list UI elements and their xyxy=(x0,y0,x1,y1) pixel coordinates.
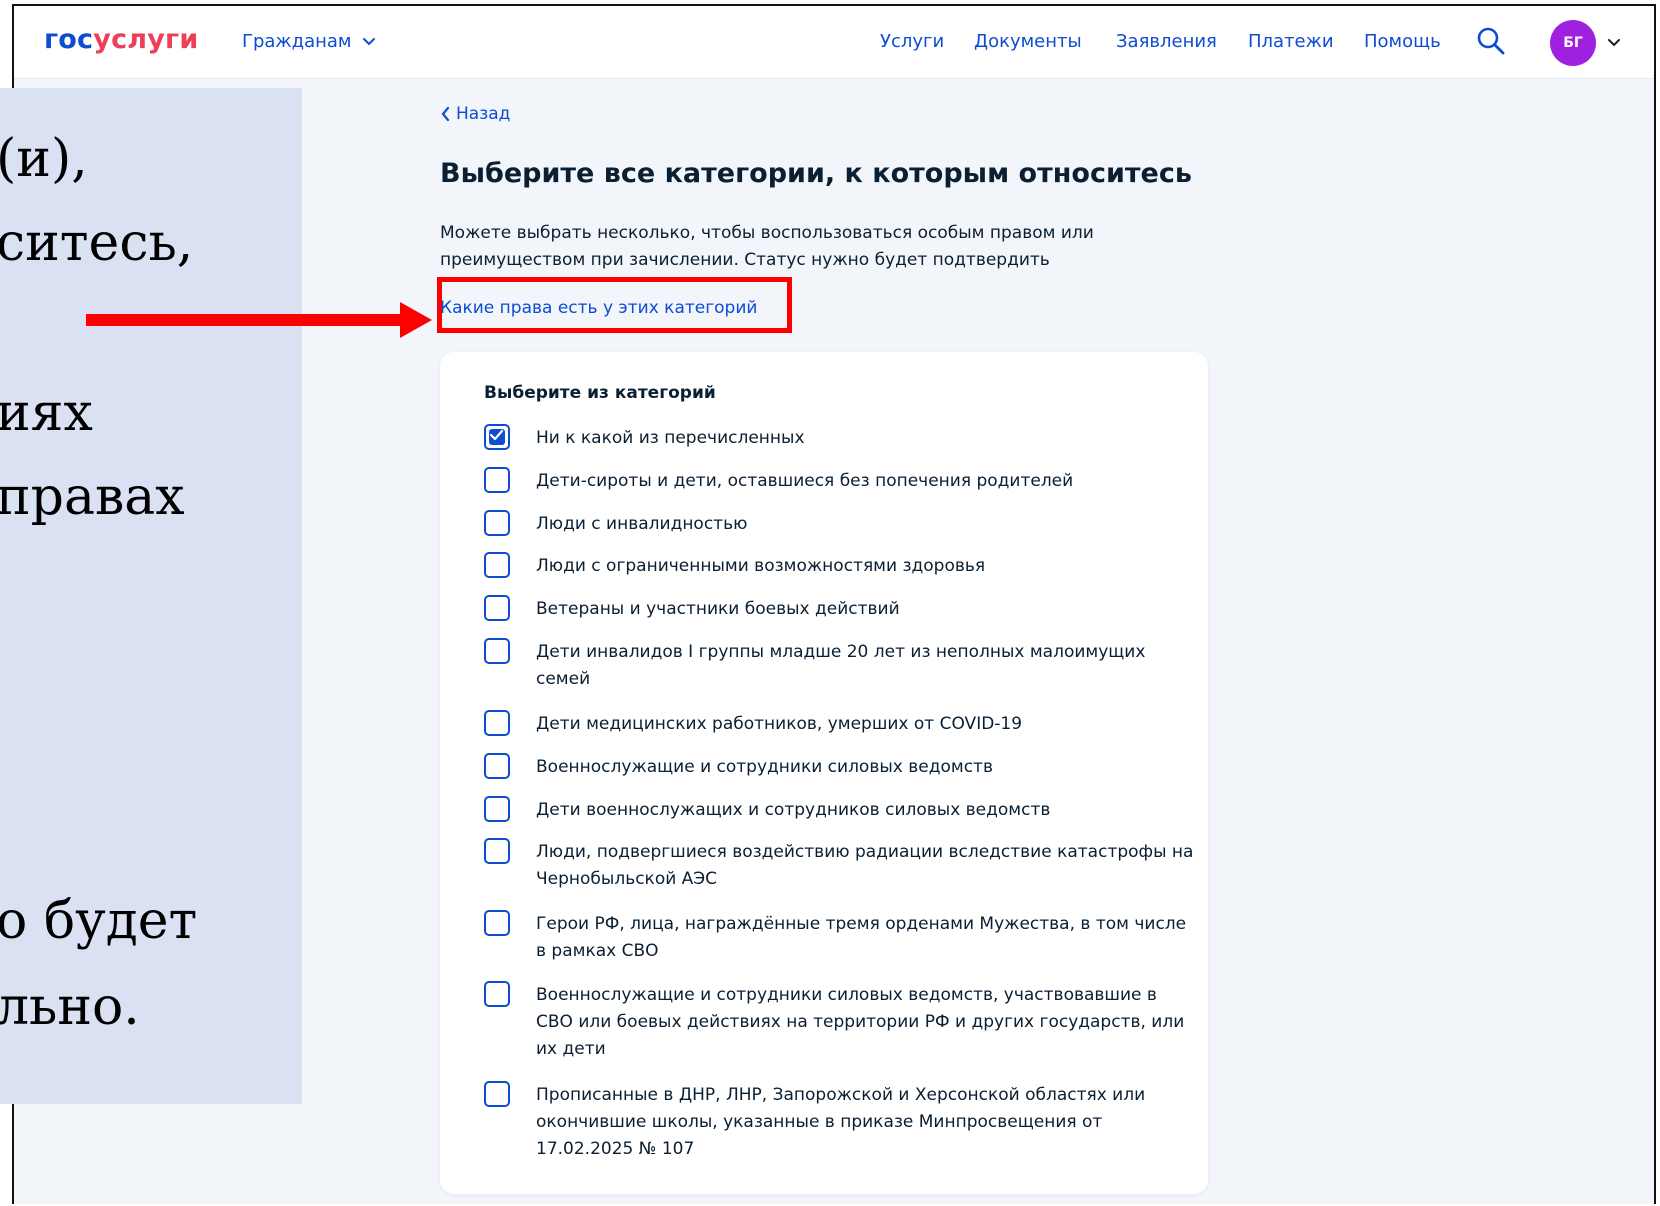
nav-services[interactable]: Услуги xyxy=(880,31,944,52)
search-icon[interactable] xyxy=(1476,26,1506,56)
option-label: Военнослужащие и сотрудники силовых ведо… xyxy=(536,985,1185,1059)
overlay-line: льно. xyxy=(0,977,140,1037)
option-label: Герои РФ, лица, награждённые тремя орден… xyxy=(536,914,1187,961)
citizen-menu-label: Гражданам xyxy=(242,31,352,52)
option-label: Люди, подвергшиеся воздействию радиации … xyxy=(536,842,1194,889)
checkbox[interactable] xyxy=(484,467,510,493)
checkbox[interactable] xyxy=(484,1081,510,1107)
category-rights-link[interactable]: Какие права есть у этих категорий xyxy=(440,298,757,318)
categories-title: Выберите из категорий xyxy=(484,383,716,403)
checkbox[interactable] xyxy=(484,595,510,621)
overlay-text-panel: (и), ситесь, иях правах о будет льно. xyxy=(0,88,302,1104)
nav-help[interactable]: Помощь xyxy=(1364,31,1441,52)
back-label: Назад xyxy=(456,104,511,124)
overlay-line: (и), xyxy=(0,129,88,189)
checkbox[interactable] xyxy=(484,838,510,864)
nav-documents[interactable]: Документы xyxy=(974,31,1082,52)
checkbox[interactable] xyxy=(484,552,510,578)
option-label: Дети медицинских работников, умерших от … xyxy=(536,714,1023,734)
option-label: Люди с инвалидностью xyxy=(536,514,748,534)
checkbox[interactable] xyxy=(484,753,510,779)
page-description: Можете выбрать несколько, чтобы воспольз… xyxy=(440,223,1094,270)
overlay-line: правах xyxy=(0,467,185,527)
logo-part-uslugi: услуги xyxy=(93,24,199,55)
checkmark-icon xyxy=(489,429,504,441)
checkbox[interactable] xyxy=(484,796,510,822)
checkbox[interactable] xyxy=(484,981,510,1007)
option-label: Ветераны и участники боевых действий xyxy=(536,599,900,619)
red-arrow-annotation xyxy=(86,302,432,338)
option-label: Дети военнослужащих и сотрудников силовы… xyxy=(536,800,1051,820)
nav-applications[interactable]: Заявления xyxy=(1116,31,1217,52)
checkbox[interactable] xyxy=(484,710,510,736)
page-title: Выберите все категории, к которым относи… xyxy=(440,158,1192,189)
back-link[interactable]: Назад xyxy=(440,104,510,124)
checkbox[interactable] xyxy=(484,910,510,936)
chevron-down-icon xyxy=(362,37,375,45)
option-label: Ни к какой из перечисленных xyxy=(536,428,805,448)
header: госуслуги Гражданам Услуги Документы Зая… xyxy=(14,6,1654,79)
avatar-chevron-down-icon[interactable] xyxy=(1605,33,1623,51)
option-label: Люди с ограниченными возможностями здоро… xyxy=(536,556,986,576)
logo-part-gos: гос xyxy=(44,24,94,55)
gosuslugi-logo[interactable]: госуслуги xyxy=(44,24,198,55)
option-label: Дети-сироты и дети, оставшиеся без попеч… xyxy=(536,471,1074,491)
overlay-line: ситесь, xyxy=(0,213,194,273)
overlay-line: иях xyxy=(0,383,93,443)
chevron-left-icon xyxy=(441,106,450,122)
option-label: Военнослужащие и сотрудники силовых ведо… xyxy=(536,757,993,777)
option-label: Дети инвалидов I группы младше 20 лет из… xyxy=(536,642,1146,689)
nav-payments[interactable]: Платежи xyxy=(1248,31,1334,52)
checkbox[interactable] xyxy=(484,638,510,664)
avatar[interactable]: БГ xyxy=(1550,20,1596,66)
citizen-menu[interactable]: Гражданам xyxy=(242,31,376,52)
option-label: Прописанные в ДНР, ЛНР, Запорожской и Хе… xyxy=(536,1085,1146,1159)
checkbox[interactable] xyxy=(484,510,510,536)
overlay-line: о будет xyxy=(0,891,198,951)
